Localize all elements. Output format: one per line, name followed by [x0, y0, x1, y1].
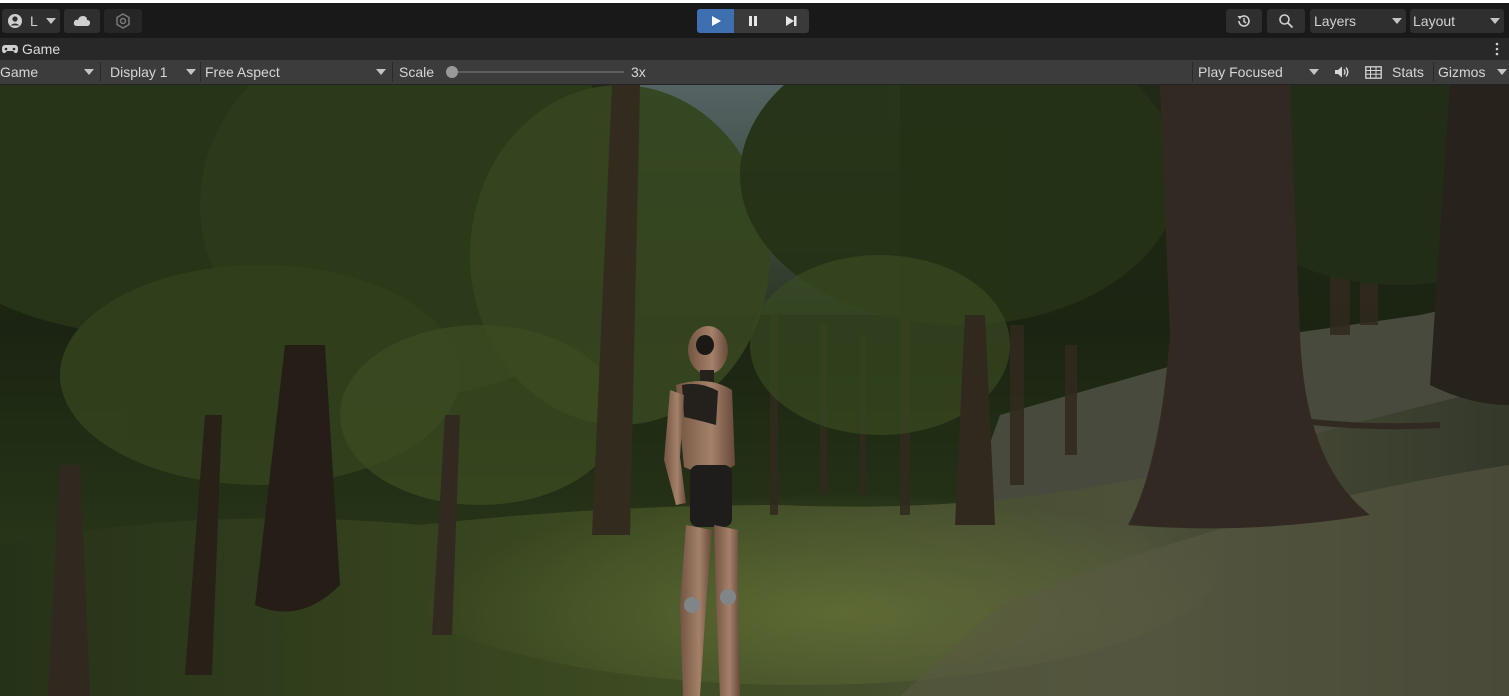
tab-game[interactable]: Game: [0, 38, 70, 60]
game-view-toolbar: Game Display 1 Free Aspect Scale 3x Play…: [0, 60, 1509, 85]
divider: [200, 62, 201, 82]
pause-button[interactable]: [734, 9, 771, 33]
divider: [392, 62, 393, 82]
cloud-icon: [73, 16, 91, 26]
speaker-icon: [1335, 66, 1349, 78]
layout-label: Layout: [1413, 13, 1456, 29]
gizmos-label: Gizmos: [1438, 64, 1486, 80]
chevron-down-icon: [1392, 18, 1402, 24]
main-toolbar: L Layers Layout: [0, 0, 1509, 38]
cloud-button[interactable]: [64, 9, 100, 33]
layers-dropdown[interactable]: Layers: [1310, 9, 1406, 33]
game-tab-bar: Game: [0, 38, 1509, 60]
step-icon: [785, 16, 796, 26]
stats-button[interactable]: Stats: [1392, 60, 1424, 84]
chevron-down-icon: [1309, 69, 1319, 75]
chevron-down-icon: [1490, 18, 1500, 24]
display-label: Display 1: [110, 64, 168, 80]
divider: [1433, 62, 1434, 82]
chevron-down-icon: [186, 69, 196, 75]
layout-dropdown[interactable]: Layout: [1410, 9, 1504, 33]
history-button[interactable]: [1226, 9, 1262, 33]
play-focused-dropdown[interactable]: Play Focused: [1198, 60, 1324, 84]
forest-scene: [0, 85, 1509, 696]
history-icon: [1237, 15, 1250, 27]
scale-slider-handle[interactable]: [446, 66, 458, 78]
shortcuts-button[interactable]: [1360, 60, 1386, 84]
scale-slider-track: [450, 71, 624, 73]
tab-menu-button[interactable]: [1492, 41, 1502, 57]
chevron-down-icon: [84, 69, 94, 75]
kebab-menu-icon: [1495, 42, 1499, 56]
account-icon: [7, 13, 23, 32]
scale-slider[interactable]: [446, 66, 624, 78]
collab-button[interactable]: [104, 9, 142, 33]
playmode-controls: [697, 9, 809, 33]
game-mode-dropdown[interactable]: Game: [0, 60, 98, 84]
collab-icon: [116, 13, 130, 29]
chevron-down-icon: [46, 18, 56, 24]
search-button[interactable]: [1267, 9, 1305, 33]
divider: [100, 62, 101, 82]
pause-icon: [748, 16, 757, 26]
game-viewport[interactable]: [0, 85, 1509, 696]
aspect-label: Free Aspect: [205, 64, 280, 80]
chevron-down-icon: [1497, 69, 1507, 75]
divider: [1192, 62, 1193, 82]
play-button[interactable]: [697, 9, 734, 33]
account-initial: L: [30, 13, 38, 29]
aspect-dropdown[interactable]: Free Aspect: [205, 60, 390, 84]
step-button[interactable]: [772, 9, 809, 33]
tab-game-label: Game: [22, 41, 61, 57]
game-mode-label: Game: [0, 64, 39, 80]
scale-value: 3x: [631, 64, 646, 80]
gamepad-icon: [2, 45, 18, 54]
mute-audio-button[interactable]: [1330, 60, 1354, 84]
layers-label: Layers: [1314, 13, 1357, 29]
chevron-down-icon: [376, 69, 386, 75]
keyboard-icon: [1364, 65, 1382, 79]
account-dropdown[interactable]: L: [2, 9, 60, 33]
shadow-overlay: [0, 85, 1509, 696]
play-icon: [711, 16, 721, 26]
scale-label: Scale: [399, 64, 435, 80]
search-icon: [1279, 14, 1294, 29]
gizmos-dropdown[interactable]: Gizmos: [1438, 60, 1508, 84]
play-focused-label: Play Focused: [1198, 64, 1283, 80]
display-dropdown[interactable]: Display 1: [110, 60, 198, 84]
